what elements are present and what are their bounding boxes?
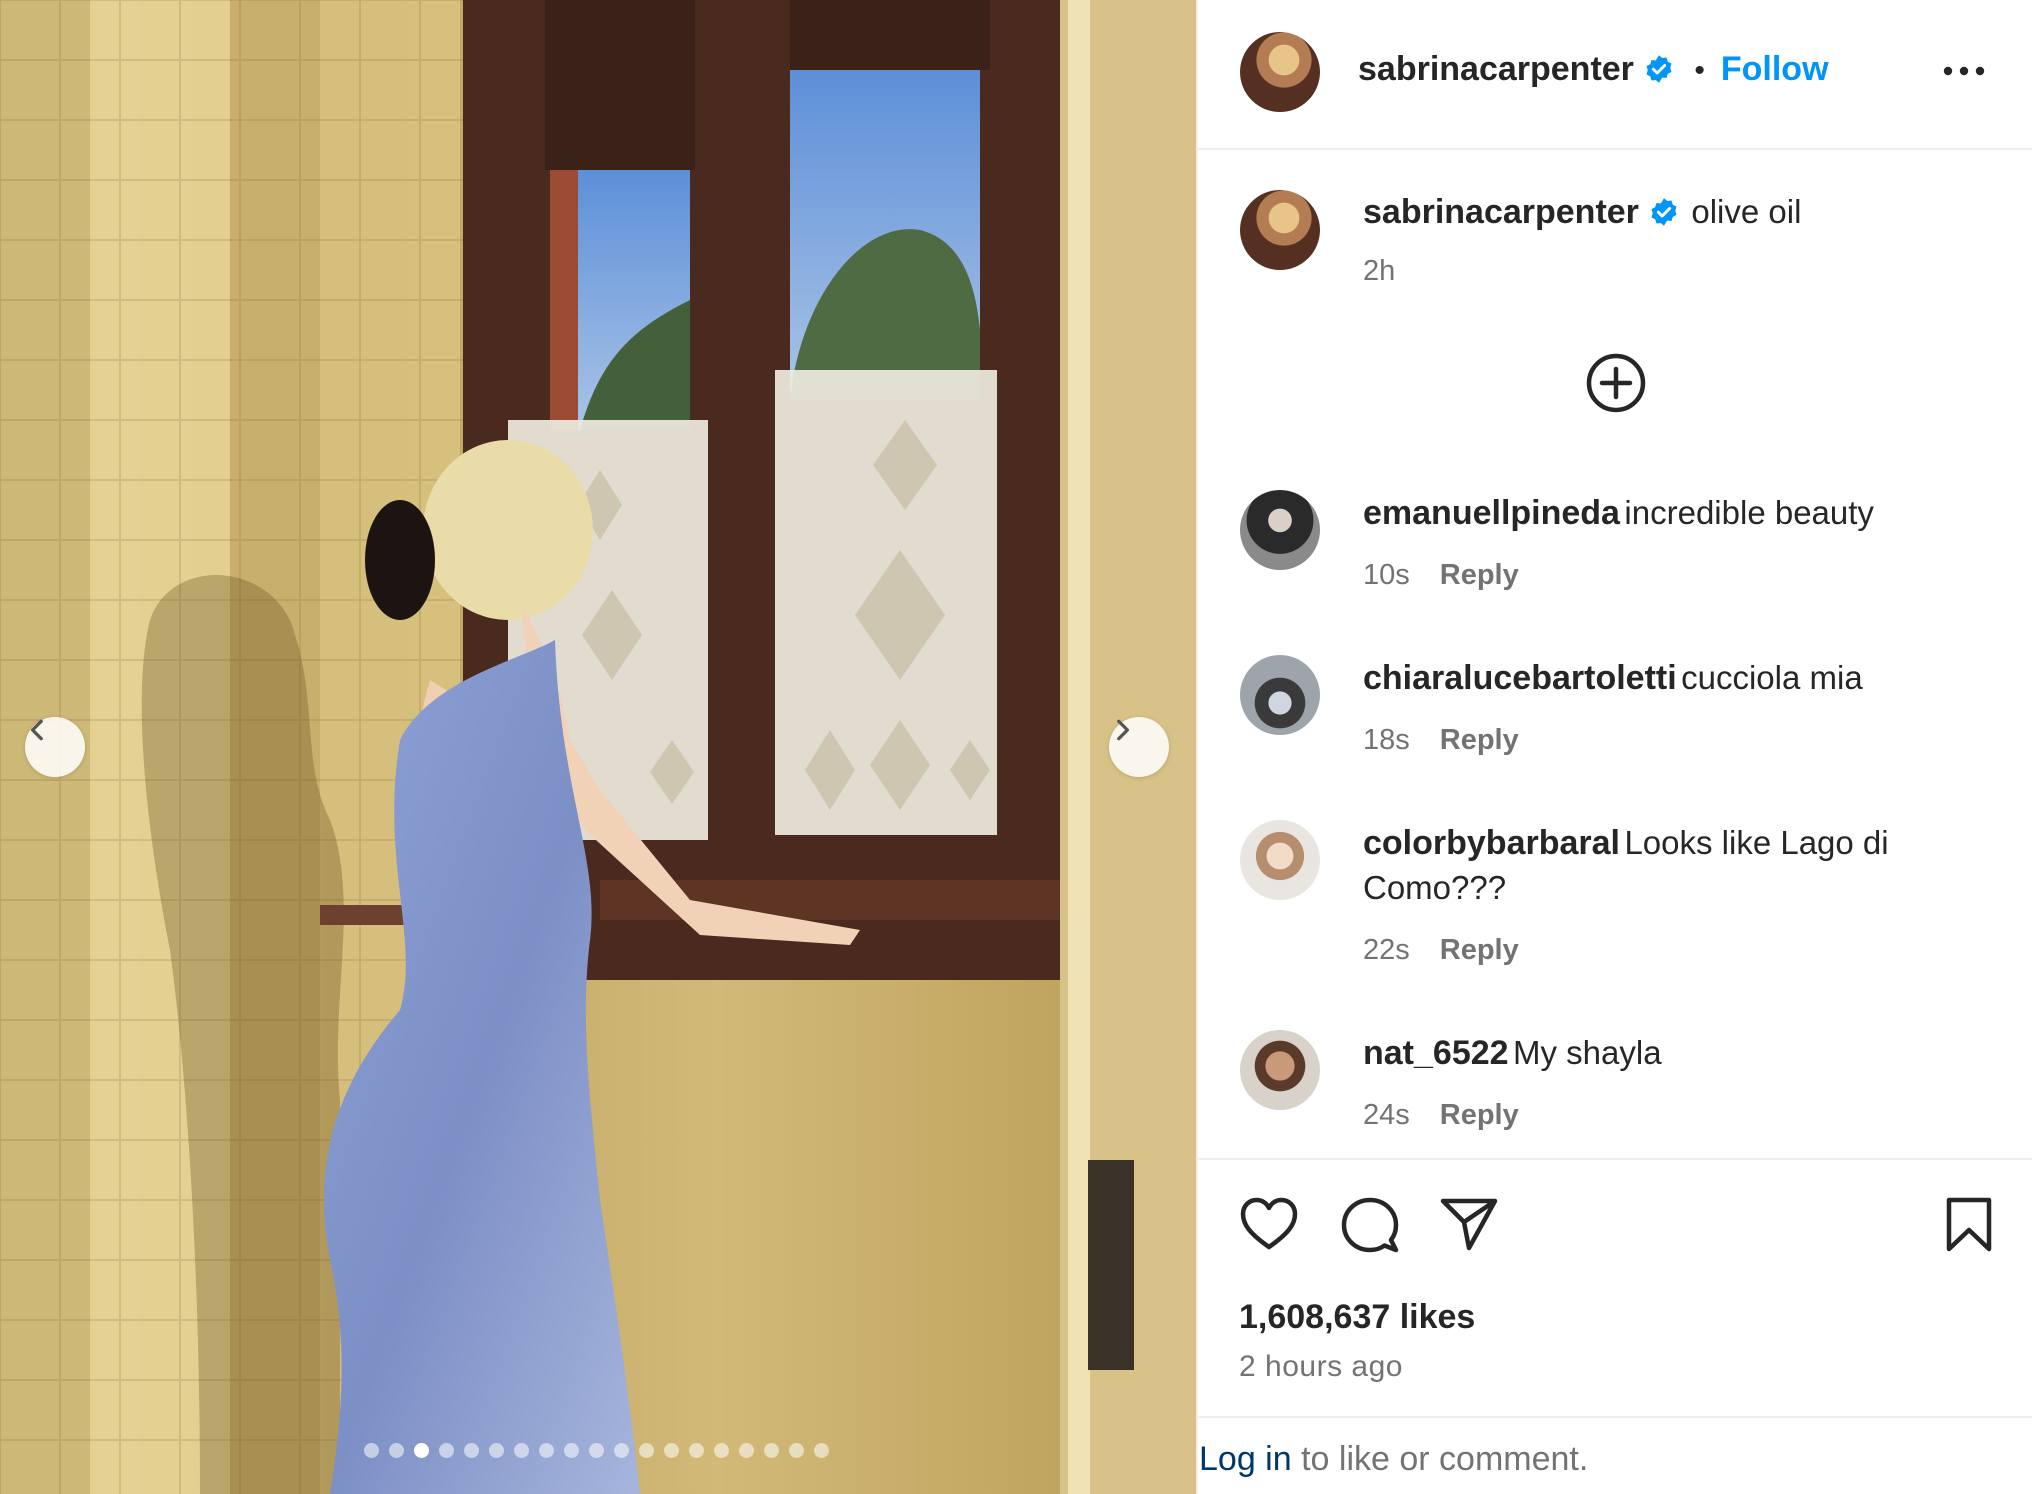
verified-badge-icon — [1646, 55, 1672, 83]
comment-item: nat_6522 My shayla — [1363, 1034, 1662, 1073]
photo-illustration — [0, 0, 1196, 1494]
more-horizontal-icon — [1943, 66, 1985, 76]
save-button[interactable] — [1944, 1196, 1994, 1259]
carousel-dot — [614, 1443, 629, 1458]
carousel-next-button[interactable] — [1109, 717, 1169, 777]
carousel-dot — [389, 1443, 404, 1458]
bookmark-icon — [1946, 1197, 1992, 1252]
carousel-dot — [664, 1443, 679, 1458]
comment-username[interactable]: nat_6522 — [1363, 1034, 1509, 1072]
comment-avatar[interactable] — [1240, 655, 1320, 735]
carousel-dot — [589, 1443, 604, 1458]
reply-button[interactable]: Reply — [1440, 1099, 1519, 1131]
caption-avatar[interactable] — [1240, 190, 1320, 270]
comment-meta: 18s Reply — [1363, 724, 1519, 757]
comment-icon — [1341, 1197, 1399, 1253]
caption: sabrinacarpenter olive oil — [1363, 193, 1801, 232]
comment-time: 24s — [1363, 1099, 1410, 1131]
carousel-dot — [514, 1443, 529, 1458]
login-prompt: Log in to like or comment. — [1199, 1440, 1588, 1479]
carousel-dot — [539, 1443, 554, 1458]
carousel-dot — [789, 1443, 804, 1458]
comment-item: colorbybarbaral Looks like Lago di — [1363, 824, 1889, 863]
author-username[interactable]: sabrinacarpenter — [1358, 50, 1634, 88]
reply-button[interactable]: Reply — [1440, 559, 1519, 591]
comment-text: incredible beauty — [1624, 494, 1874, 531]
heart-icon — [1240, 1197, 1298, 1250]
like-button[interactable] — [1239, 1196, 1299, 1257]
carousel-dot — [689, 1443, 704, 1458]
send-icon — [1440, 1198, 1498, 1251]
carousel-dot — [489, 1443, 504, 1458]
comment-time: 10s — [1363, 559, 1410, 591]
load-more-comments-button[interactable] — [1585, 352, 1647, 419]
verified-badge-icon — [1651, 198, 1677, 226]
share-button[interactable] — [1439, 1196, 1499, 1257]
carousel-dot — [364, 1443, 379, 1458]
login-link[interactable]: Log in — [1199, 1440, 1292, 1478]
carousel-prev-button[interactable] — [25, 717, 85, 777]
reply-button[interactable]: Reply — [1440, 724, 1519, 756]
caption-text: olive oil — [1691, 193, 1802, 230]
caption-username[interactable]: sabrinacarpenter — [1363, 193, 1639, 231]
carousel-dot — [764, 1443, 779, 1458]
comment-time: 18s — [1363, 724, 1410, 756]
footer-divider — [1198, 1416, 2032, 1418]
carousel-dot — [414, 1443, 429, 1458]
comment-avatar[interactable] — [1240, 820, 1320, 900]
header-divider — [1198, 148, 2032, 150]
comment-item: chiaralucebartoletti cucciola mia — [1363, 659, 1863, 698]
comment-meta: 10s Reply — [1363, 559, 1519, 592]
comment-username[interactable]: chiaralucebartoletti — [1363, 659, 1677, 697]
comment-avatar[interactable] — [1240, 1030, 1320, 1110]
comment-meta: 22s Reply — [1363, 934, 1519, 967]
carousel-dot — [739, 1443, 754, 1458]
comment-text-continued: Como??? — [1363, 869, 1507, 906]
plus-circle-icon — [1586, 353, 1646, 413]
login-prompt-text: to like or comment. — [1291, 1440, 1589, 1478]
comment-username[interactable]: emanuellpineda — [1363, 494, 1620, 532]
comment-text: My shayla — [1513, 1034, 1662, 1071]
comment-button[interactable] — [1340, 1196, 1400, 1259]
chevron-left-icon — [30, 719, 43, 741]
post-photo[interactable] — [0, 0, 1196, 1494]
comment-username[interactable]: colorbybarbaral — [1363, 824, 1620, 862]
comment-item: emanuellpineda incredible beauty — [1363, 494, 1874, 533]
panel-divider — [1196, 0, 1198, 1494]
header-separator: • — [1694, 54, 1705, 87]
more-options-button[interactable] — [1942, 56, 1986, 91]
carousel-dot — [714, 1443, 729, 1458]
carousel-dot — [639, 1443, 654, 1458]
carousel-dot — [464, 1443, 479, 1458]
comment-meta: 24s Reply — [1363, 1099, 1519, 1132]
author-avatar[interactable] — [1240, 32, 1320, 112]
carousel-dot — [814, 1443, 829, 1458]
carousel-dots — [364, 1443, 829, 1458]
post-header: sabrinacarpenter • Follow — [1358, 50, 1829, 89]
comments-divider — [1198, 1158, 2032, 1160]
post-timestamp[interactable]: 2 hours ago — [1239, 1350, 1403, 1384]
comment-text: cucciola mia — [1681, 659, 1863, 696]
likes-count[interactable]: 1,608,637 likes — [1239, 1298, 1475, 1337]
comment-text: Looks like Lago di — [1624, 824, 1889, 861]
caption-time: 2h — [1363, 255, 1396, 287]
carousel-dot — [564, 1443, 579, 1458]
reply-button[interactable]: Reply — [1440, 934, 1519, 966]
follow-button[interactable]: Follow — [1721, 50, 1829, 88]
comment-time: 22s — [1363, 934, 1410, 966]
carousel-dot — [439, 1443, 454, 1458]
comment-avatar[interactable] — [1240, 490, 1320, 570]
chevron-right-icon — [1117, 719, 1130, 741]
